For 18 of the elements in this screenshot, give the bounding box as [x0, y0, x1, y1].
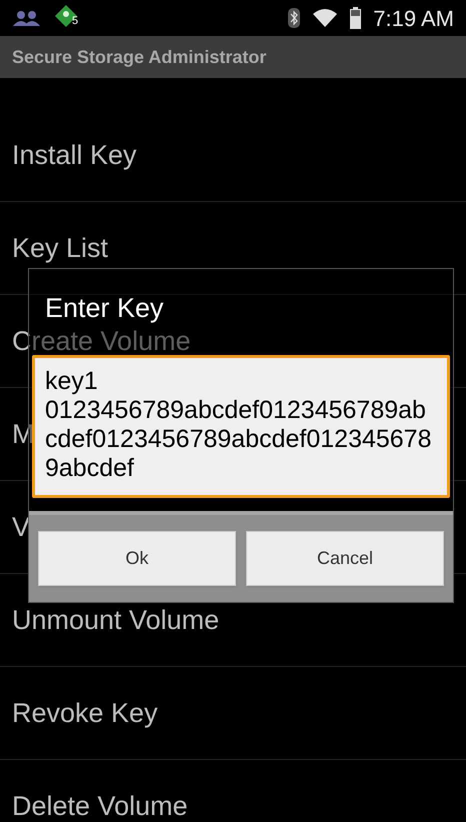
menu-item[interactable]: Delete Volume	[12, 792, 188, 820]
app-title: Secure Storage Administrator	[12, 46, 266, 69]
wifi-icon	[312, 8, 338, 28]
menu-item[interactable]: Revoke Key	[12, 700, 158, 726]
key-input-field[interactable]: key1 0123456789abcdef0123456789abcdef0123456789abcdef0123456789abcdef	[32, 355, 450, 498]
people-icon	[12, 9, 42, 27]
diamond-icon	[54, 4, 78, 28]
notification-count: 5	[72, 16, 78, 27]
menu-item[interactable]: V	[12, 514, 30, 540]
bluetooth-icon	[288, 8, 300, 28]
clock-time: 7:19 AM	[373, 4, 454, 32]
dialog-title: Enter Key	[45, 295, 164, 322]
battery-icon	[350, 7, 362, 29]
menu-item[interactable]: Install Key	[12, 142, 137, 168]
menu-item[interactable]: Unmount Volume	[12, 606, 220, 634]
menu-item[interactable]: Key List	[12, 234, 108, 262]
dialog-button[interactable]: Cancel	[246, 531, 444, 586]
dialog-button[interactable]: Ok	[38, 531, 236, 586]
